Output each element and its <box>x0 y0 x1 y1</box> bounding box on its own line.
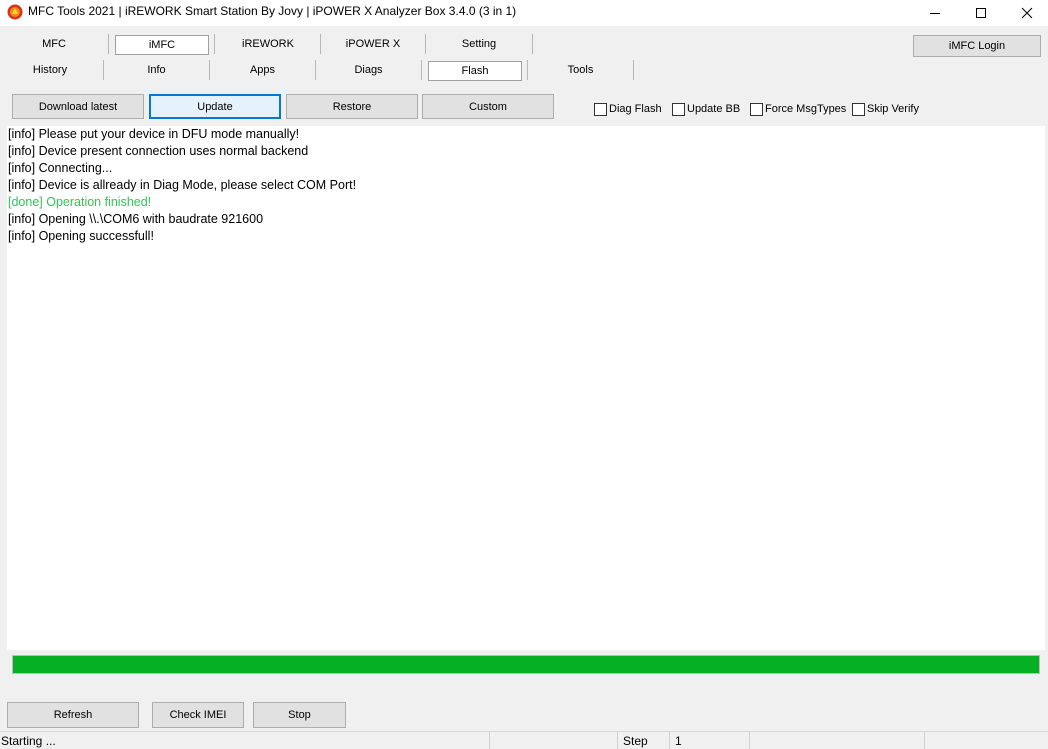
progress-fill <box>13 656 1039 673</box>
custom-button[interactable]: Custom <box>422 94 554 119</box>
tab-history[interactable]: History <box>0 60 100 80</box>
skip-verify-checkbox[interactable]: Skip Verify <box>852 102 919 116</box>
step-label: Step <box>623 734 648 748</box>
checkbox-label: Skip Verify <box>867 103 919 115</box>
checkbox-label: Update BB <box>687 103 741 115</box>
update-bb-checkbox[interactable]: Update BB <box>672 102 740 116</box>
close-button[interactable] <box>1004 0 1048 26</box>
status-divider <box>749 732 750 749</box>
tab-setting[interactable]: Setting <box>427 34 531 54</box>
check-imei-button[interactable]: Check IMEI <box>152 702 244 728</box>
log-line: [info] Device present connection uses no… <box>8 144 309 158</box>
tab-divider <box>315 60 316 80</box>
log-line: [info] Device is allready in Diag Mode, … <box>8 178 357 192</box>
tab-divider <box>532 34 533 54</box>
update-button[interactable]: Update <box>149 94 281 119</box>
tab-divider <box>527 60 528 80</box>
tab-divider <box>320 34 321 54</box>
tab-divider <box>425 34 426 54</box>
tab-imfc[interactable]: iMFC <box>115 35 209 55</box>
minimize-button[interactable] <box>912 0 958 26</box>
checkbox-box[interactable] <box>672 102 685 116</box>
tab-diags[interactable]: Diags <box>317 60 420 80</box>
tab-divider <box>214 34 215 54</box>
status-divider <box>669 732 670 749</box>
force-msgtypes-checkbox[interactable]: Force MsgTypes <box>750 102 846 116</box>
tab-flash[interactable]: Flash <box>428 61 522 81</box>
tab-divider <box>108 34 109 54</box>
log-line: [info] Connecting... <box>8 161 113 175</box>
checkbox-label: Force MsgTypes <box>765 103 847 115</box>
checkbox-box[interactable] <box>852 102 865 116</box>
progress-bar <box>12 655 1040 674</box>
tab-ipower-x[interactable]: iPOWER X <box>322 34 424 54</box>
tab-irework[interactable]: iREWORK <box>216 34 320 54</box>
tab-info[interactable]: Info <box>105 60 208 80</box>
log-line-done: [done] Operation finished! <box>8 195 152 209</box>
tab-divider <box>633 60 634 80</box>
download-latest-button[interactable]: Download latest <box>12 94 144 119</box>
minimize-icon <box>930 13 940 14</box>
status-message: Starting ... <box>1 734 56 748</box>
tab-apps[interactable]: Apps <box>211 60 314 80</box>
tab-divider <box>209 60 210 80</box>
diag-flash-checkbox[interactable]: Diag Flash <box>594 102 662 116</box>
status-bar: Starting ... Step 1 <box>0 731 1048 749</box>
log-line: [info] Please put your device in DFU mod… <box>8 127 300 141</box>
checkbox-box[interactable] <box>594 102 607 116</box>
stop-button[interactable]: Stop <box>253 702 346 728</box>
restore-button[interactable]: Restore <box>286 94 418 119</box>
tab-divider <box>421 60 422 80</box>
window-title: MFC Tools 2021 | iREWORK Smart Station B… <box>28 4 517 18</box>
checkbox-label: Diag Flash <box>609 103 662 115</box>
tab-tools[interactable]: Tools <box>529 60 632 80</box>
status-divider <box>617 732 618 749</box>
close-icon <box>1021 7 1033 19</box>
tab-mfc[interactable]: MFC <box>4 34 104 54</box>
log-line: [info] Opening \\.\COM6 with baudrate 92… <box>8 212 264 226</box>
step-value: 1 <box>675 734 682 748</box>
checkbox-box[interactable] <box>750 102 763 116</box>
status-divider <box>924 732 925 749</box>
tab-divider <box>103 60 104 80</box>
refresh-button[interactable]: Refresh <box>7 702 139 728</box>
maximize-button[interactable] <box>958 0 1004 26</box>
title-bar: MFC Tools 2021 | iREWORK Smart Station B… <box>0 0 1048 26</box>
maximize-icon <box>976 8 986 18</box>
imfc-login-button[interactable]: iMFC Login <box>913 35 1041 57</box>
mfc-app-icon <box>7 4 23 20</box>
status-divider <box>489 732 490 749</box>
log-output[interactable]: [info] Please put your device in DFU mod… <box>7 126 1045 650</box>
log-line: [info] Opening successfull! <box>8 229 154 243</box>
